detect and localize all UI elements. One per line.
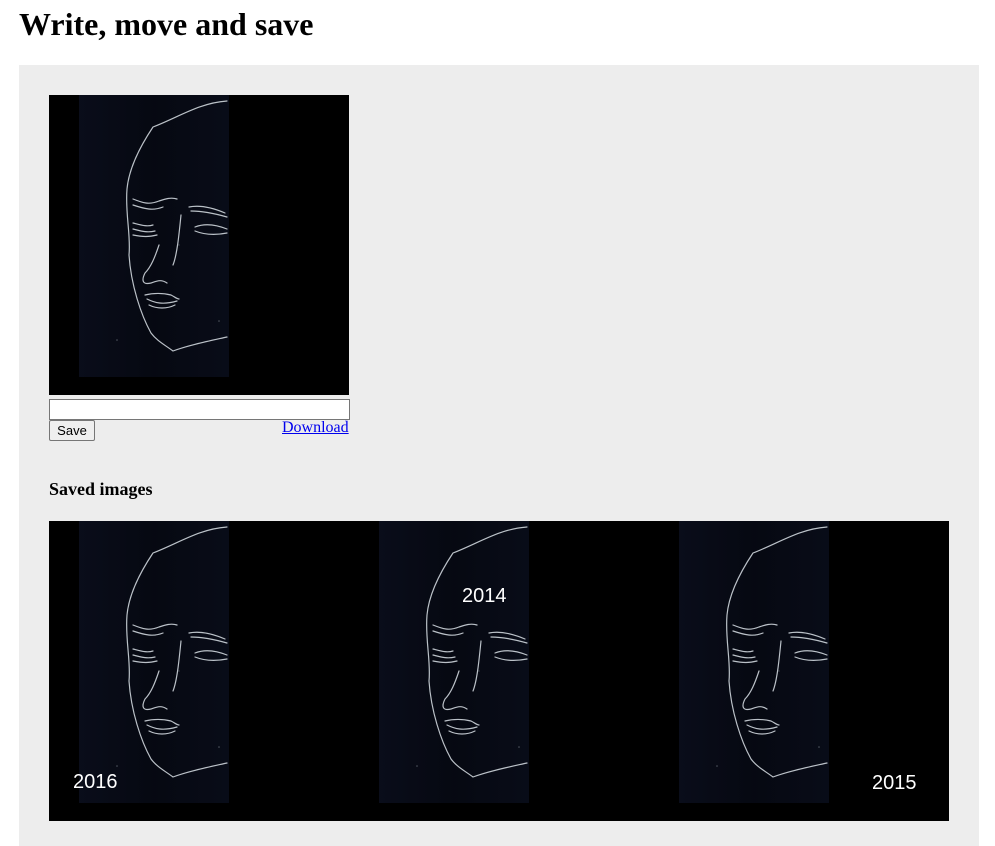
caption-text-input[interactable] (49, 399, 350, 420)
saved-image-caption: 2015 (872, 772, 917, 794)
face-sketch-image (49, 95, 349, 395)
saved-image-caption: 2016 (73, 771, 118, 793)
saved-images-gallery: 2016 2014 2015 (49, 521, 949, 821)
saved-images-heading: Saved images (49, 479, 153, 499)
save-button[interactable]: Save (49, 420, 95, 441)
saved-image-2[interactable] (349, 521, 649, 821)
drawing-canvas[interactable] (49, 95, 349, 395)
saved-image-caption: 2014 (462, 585, 507, 607)
main-panel: Save Download Saved images 2016 2014 201… (19, 65, 979, 846)
page-title: Write, move and save (19, 6, 314, 42)
download-link[interactable]: Download (282, 419, 349, 437)
